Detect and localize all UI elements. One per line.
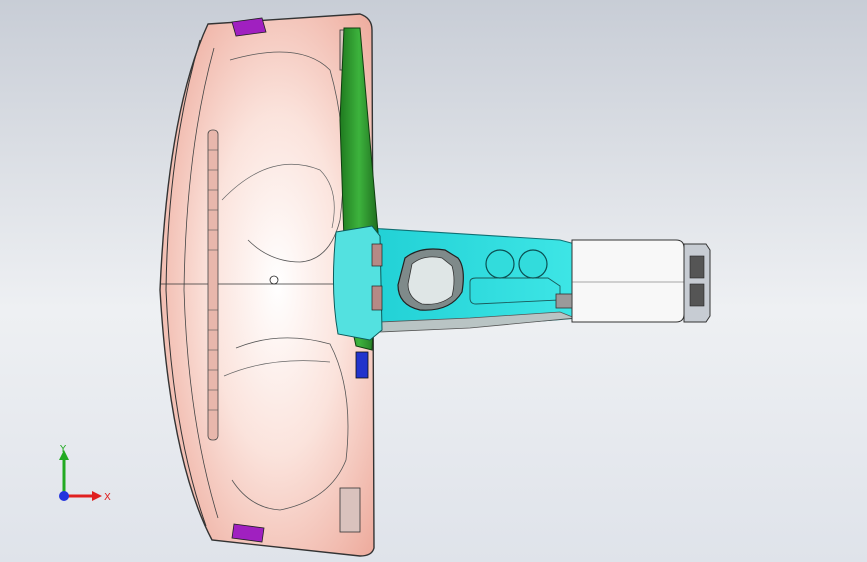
shifter-opening-inner — [407, 256, 455, 305]
y-axis-label: Y — [59, 444, 67, 455]
rear-vent — [683, 243, 711, 323]
blue-accent — [355, 351, 369, 379]
x-axis-label: X — [104, 492, 111, 503]
armrest — [571, 239, 685, 323]
cup-holder-right — [518, 249, 548, 279]
armrest-latch — [555, 293, 573, 309]
defrost-vent — [207, 129, 219, 441]
lower-corner-block — [339, 487, 361, 533]
cad-viewport[interactable]: Y X — [0, 0, 867, 562]
z-axis-dot — [59, 491, 69, 501]
center-stack — [332, 225, 383, 341]
cup-holder-left — [485, 249, 515, 279]
rear-vent-grille-top — [689, 255, 705, 279]
coordinate-triad: Y X — [59, 444, 111, 503]
x-axis-arrow — [92, 491, 102, 501]
rear-vent-grille-bottom — [689, 283, 705, 307]
center-console[interactable] — [354, 227, 711, 333]
